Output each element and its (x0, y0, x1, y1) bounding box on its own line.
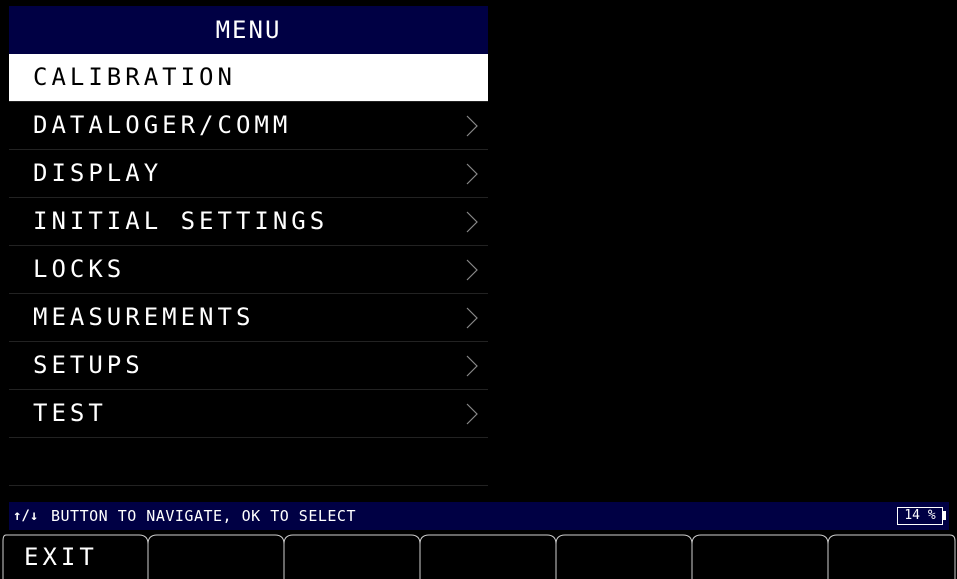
battery-indicator: 14 % (897, 507, 947, 525)
battery-percent: 14 % (897, 507, 943, 525)
menu-item-label: CALIBRATION (33, 63, 236, 91)
main-menu-panel: MENU CALIBRATION DATALOGER/COMM DISPLAY … (9, 6, 488, 486)
menu-item-label: LOCKS (33, 255, 126, 283)
menu-item-label: INITIAL SETTINGS (33, 207, 329, 235)
menu-item-label: MEASUREMENTS (33, 303, 255, 331)
menu-item-display[interactable]: DISPLAY (9, 150, 488, 198)
menu-item-initial-settings[interactable]: INITIAL SETTINGS (9, 198, 488, 246)
menu-item-test[interactable]: TEST (9, 390, 488, 438)
menu-item-label: TEST (33, 399, 107, 427)
menu-item-locks[interactable]: LOCKS (9, 246, 488, 294)
chevron-right-icon (466, 354, 478, 378)
exit-softkey[interactable]: EXIT (24, 543, 98, 571)
chevron-right-icon (466, 258, 478, 282)
status-bar: ↑/↓ BUTTON TO NAVIGATE, OK TO SELECT 14 … (9, 502, 949, 530)
menu-empty-row (9, 438, 488, 486)
menu-item-dataloger-comm[interactable]: DATALOGER/COMM (9, 102, 488, 150)
menu-title: MENU (9, 6, 488, 54)
softkey-dividers (0, 533, 957, 579)
menu-item-label: DATALOGER/COMM (33, 111, 292, 139)
menu-item-label: DISPLAY (33, 159, 163, 187)
chevron-right-icon (466, 402, 478, 426)
menu-item-measurements[interactable]: MEASUREMENTS (9, 294, 488, 342)
softkey-bar: EXIT (0, 533, 957, 579)
chevron-right-icon (466, 162, 478, 186)
menu-item-setups[interactable]: SETUPS (9, 342, 488, 390)
menu-item-label: SETUPS (33, 351, 144, 379)
chevron-right-icon (466, 210, 478, 234)
navigation-hint: BUTTON TO NAVIGATE, OK TO SELECT (51, 507, 356, 525)
up-down-arrows-icon: ↑/↓ (13, 508, 39, 524)
chevron-right-icon (466, 306, 478, 330)
chevron-right-icon (466, 114, 478, 138)
menu-item-calibration[interactable]: CALIBRATION (9, 54, 488, 102)
battery-icon (942, 511, 946, 520)
